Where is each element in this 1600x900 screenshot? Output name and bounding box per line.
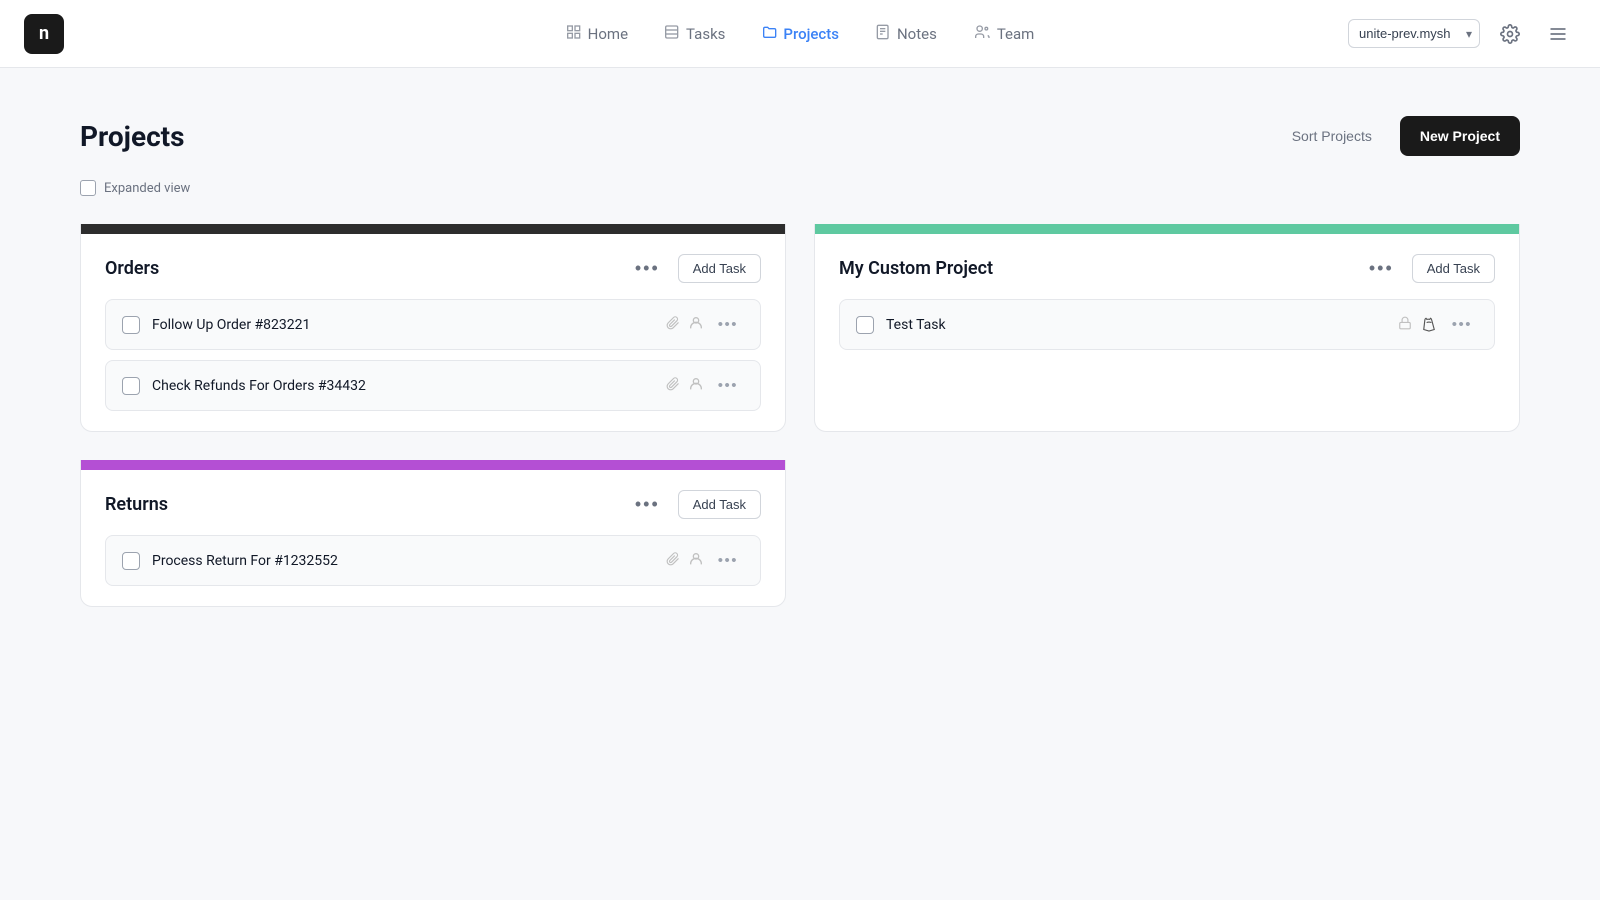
task-more-button[interactable]: ••• xyxy=(712,375,744,396)
task-checkbox[interactable] xyxy=(856,316,874,334)
page-actions: Sort Projects New Project xyxy=(1280,116,1520,156)
expanded-view-label: Expanded view xyxy=(104,181,190,196)
hamburger-button[interactable] xyxy=(1540,16,1576,52)
task-actions: ••• xyxy=(666,375,744,396)
store-selector[interactable]: unite-prev.mysh xyxy=(1348,19,1480,48)
store-selector-wrapper: unite-prev.mysh xyxy=(1348,19,1480,48)
new-project-button[interactable]: New Project xyxy=(1400,116,1520,156)
task-item: Test Task ••• xyxy=(839,299,1495,350)
header-right: unite-prev.mysh xyxy=(1348,16,1576,52)
custom-header: My Custom Project ••• Add Task xyxy=(839,254,1495,283)
expanded-view-checkbox[interactable] xyxy=(80,180,96,196)
orders-task-list: Follow Up Order #823221 ••• xyxy=(105,299,761,411)
returns-more-button[interactable]: ••• xyxy=(629,492,666,517)
returns-add-task-button[interactable]: Add Task xyxy=(678,490,761,519)
orders-color-bar xyxy=(81,224,785,234)
projects-icon xyxy=(761,24,777,44)
returns-color-bar xyxy=(81,460,785,470)
header: n Home Tasks Projects xyxy=(0,0,1600,68)
home-icon xyxy=(566,24,582,44)
page-header: Projects Sort Projects New Project xyxy=(80,116,1520,156)
returns-header-actions: ••• Add Task xyxy=(629,490,761,519)
person-icon[interactable] xyxy=(688,315,704,335)
returns-card-inner: Returns ••• Add Task Process Return For … xyxy=(81,470,785,606)
nav-item-home[interactable]: Home xyxy=(550,16,644,52)
settings-button[interactable] xyxy=(1492,16,1528,52)
task-checkbox[interactable] xyxy=(122,377,140,395)
nav-item-notes[interactable]: Notes xyxy=(859,16,953,52)
project-card-custom: My Custom Project ••• Add Task Test Task xyxy=(814,224,1520,432)
task-name: Check Refunds For Orders #34432 xyxy=(152,378,654,394)
custom-more-button[interactable]: ••• xyxy=(1363,256,1400,281)
project-card-orders: Orders ••• Add Task Follow Up Order #823… xyxy=(80,224,786,432)
sort-projects-button[interactable]: Sort Projects xyxy=(1280,120,1384,152)
project-card-returns: Returns ••• Add Task Process Return For … xyxy=(80,460,786,607)
person-icon[interactable] xyxy=(688,376,704,396)
task-actions: ••• xyxy=(666,314,744,335)
page-title: Projects xyxy=(80,120,185,153)
attachment-icon[interactable] xyxy=(666,377,680,395)
custom-add-task-button[interactable]: Add Task xyxy=(1412,254,1495,283)
projects-grid: Orders ••• Add Task Follow Up Order #823… xyxy=(80,224,1520,607)
custom-header-actions: ••• Add Task xyxy=(1363,254,1495,283)
team-icon xyxy=(973,24,991,44)
main-nav: Home Tasks Projects Notes xyxy=(550,16,1051,52)
custom-color-bar xyxy=(815,224,1519,234)
lock-icon[interactable] xyxy=(1398,316,1412,334)
nav-item-tasks[interactable]: Tasks xyxy=(648,16,741,52)
attachment-icon[interactable] xyxy=(666,316,680,334)
custom-card-inner: My Custom Project ••• Add Task Test Task xyxy=(815,234,1519,370)
task-checkbox[interactable] xyxy=(122,316,140,334)
task-item: Follow Up Order #823221 ••• xyxy=(105,299,761,350)
orders-add-task-button[interactable]: Add Task xyxy=(678,254,761,283)
task-more-button[interactable]: ••• xyxy=(712,314,744,335)
nav-item-team[interactable]: Team xyxy=(957,16,1051,52)
task-name: Test Task xyxy=(886,317,1386,333)
orders-header-actions: ••• Add Task xyxy=(629,254,761,283)
shopify-icon[interactable] xyxy=(1420,316,1438,334)
header-left: n xyxy=(24,14,64,54)
returns-project-name: Returns xyxy=(105,494,168,515)
returns-task-list: Process Return For #1232552 ••• xyxy=(105,535,761,586)
task-actions: ••• xyxy=(1398,314,1478,335)
task-actions: ••• xyxy=(666,550,744,571)
nav-item-projects[interactable]: Projects xyxy=(745,16,855,52)
orders-card-inner: Orders ••• Add Task Follow Up Order #823… xyxy=(81,234,785,431)
returns-header: Returns ••• Add Task xyxy=(105,490,761,519)
main-content: Projects Sort Projects New Project Expan… xyxy=(0,68,1600,655)
attachment-icon[interactable] xyxy=(666,552,680,570)
notes-icon xyxy=(875,24,891,44)
task-more-button[interactable]: ••• xyxy=(712,550,744,571)
task-item: Check Refunds For Orders #34432 ••• xyxy=(105,360,761,411)
person-icon[interactable] xyxy=(688,551,704,571)
orders-more-button[interactable]: ••• xyxy=(629,256,666,281)
task-item: Process Return For #1232552 ••• xyxy=(105,535,761,586)
task-name: Process Return For #1232552 xyxy=(152,553,654,569)
orders-header: Orders ••• Add Task xyxy=(105,254,761,283)
custom-task-list: Test Task ••• xyxy=(839,299,1495,350)
logo[interactable]: n xyxy=(24,14,64,54)
expanded-view-toggle: Expanded view xyxy=(80,180,1520,196)
orders-project-name: Orders xyxy=(105,258,159,279)
tasks-icon xyxy=(664,24,680,44)
custom-project-name: My Custom Project xyxy=(839,258,993,279)
task-more-button[interactable]: ••• xyxy=(1446,314,1478,335)
task-checkbox[interactable] xyxy=(122,552,140,570)
task-name: Follow Up Order #823221 xyxy=(152,317,654,333)
